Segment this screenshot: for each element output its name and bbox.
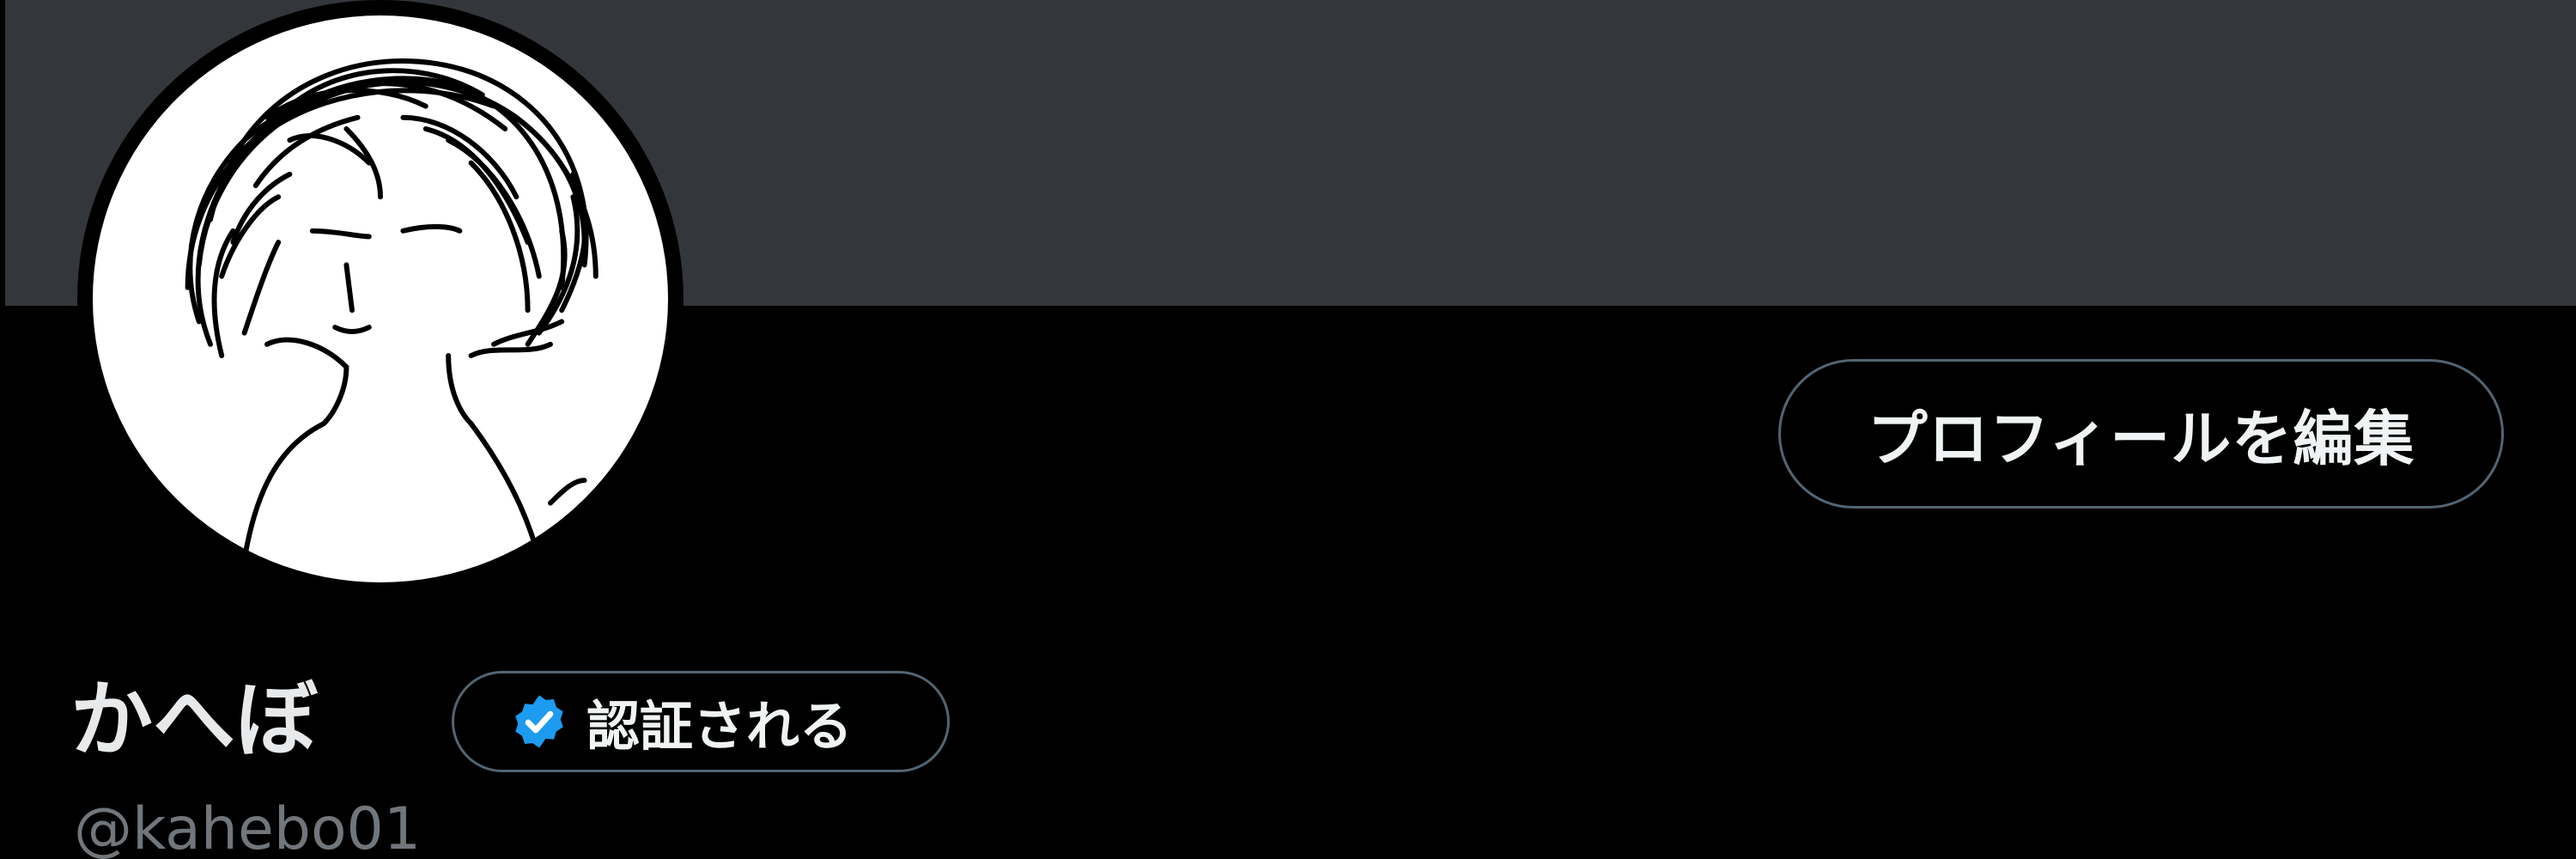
edit-profile-button[interactable]: プロフィールを編集 (1778, 359, 2504, 509)
get-verified-button[interactable]: 認証される (452, 671, 950, 772)
profile-avatar[interactable] (77, 0, 683, 598)
get-verified-label: 認証される (586, 695, 854, 758)
avatar-image (93, 15, 668, 582)
sketch-avatar-icon (185, 58, 598, 563)
profile-page: プロフィールを編集 かへぼ 認証される @kahebo01 (0, 0, 2576, 859)
profile-display-name: かへぼ (70, 672, 318, 768)
verified-badge-icon (509, 691, 569, 752)
profile-handle: @kahebo01 (74, 795, 422, 859)
